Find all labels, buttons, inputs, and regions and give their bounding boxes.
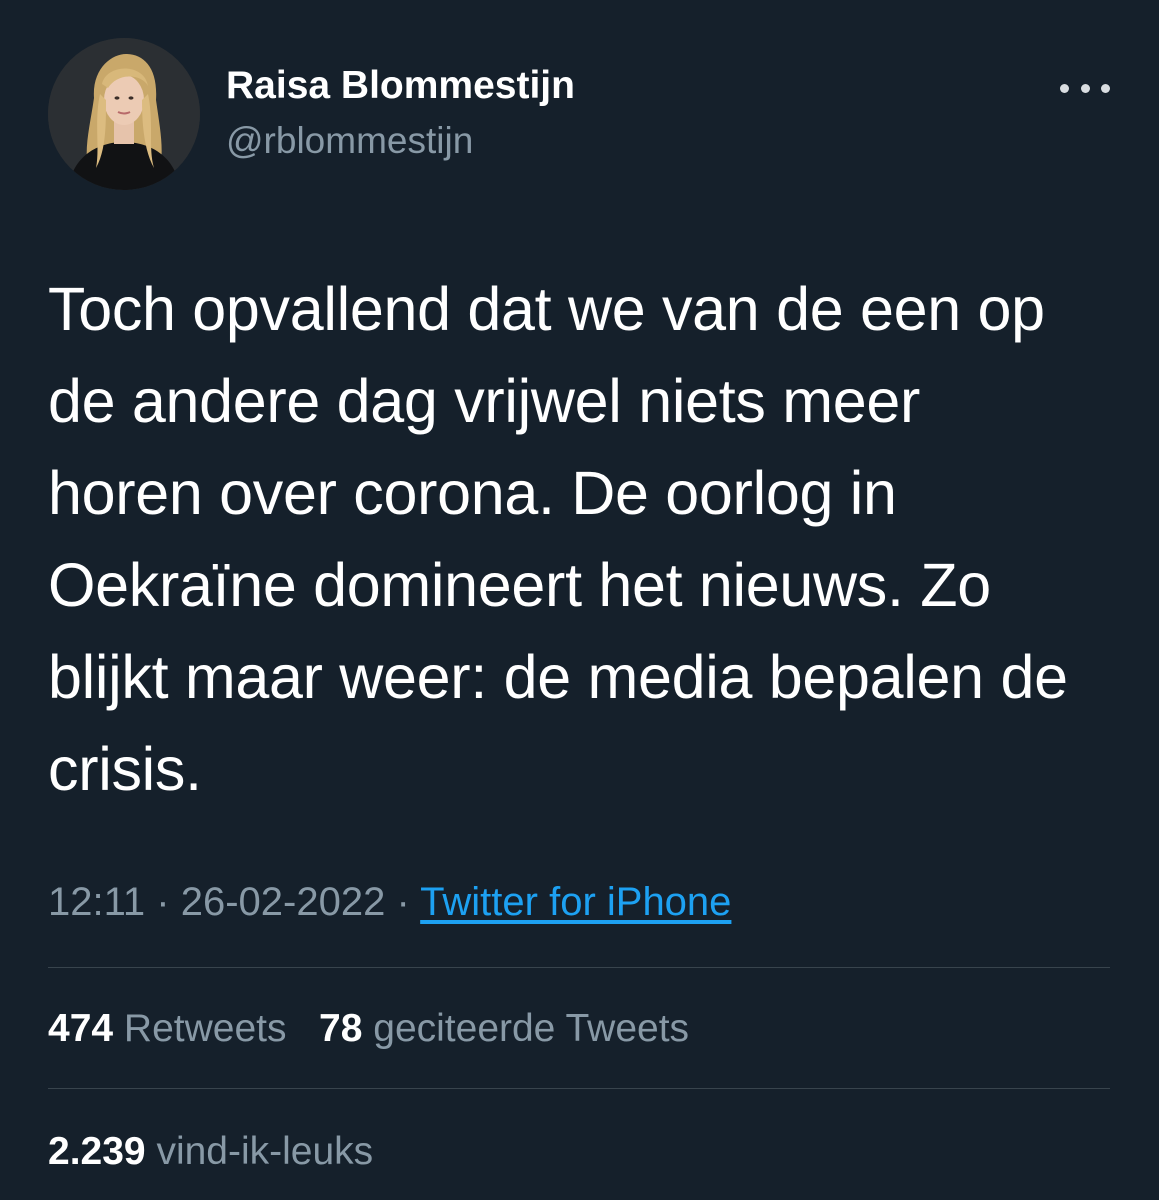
meta-separator: · [156,880,170,924]
quotes-label: geciteerde Tweets [373,1007,690,1050]
author-handle[interactable]: @rblommestijn [226,120,473,162]
author-display-name[interactable]: Raisa Blommestijn [226,64,575,108]
tweet-line: crisis. [48,735,202,803]
retweet-quote-stats: 474 Retweets 78 geciteerde Tweets [48,1007,689,1051]
tweet-source-link[interactable]: Twitter for iPhone [420,880,731,924]
tweet-line: de andere dag vrijwel niets meer [48,367,920,435]
dot [1101,83,1110,93]
tweet-line: blijkt maar weer: de media bepalen de [48,643,1068,711]
divider [48,1088,1110,1089]
likes-stat[interactable]: 2.239 vind-ik-leuks [48,1130,373,1173]
dot [1060,83,1069,93]
tweet-line: Toch opvallend dat we van de een op [48,275,1045,343]
tweet-date[interactable]: 26-02-2022 [181,880,386,924]
retweets-count: 474 [48,1007,114,1050]
tweet-line: Oekraïne domineert het nieuws. Zo [48,551,991,619]
more-options-icon[interactable] [1060,76,1110,100]
avatar[interactable] [48,38,200,190]
likes-label: vind-ik-leuks [156,1130,374,1173]
retweets-stat[interactable]: 474 Retweets [48,1007,287,1050]
dot [1080,83,1090,93]
tweet-time[interactable]: 12:11 [48,880,145,924]
tweet-meta: 12:11 · 26-02-2022 · Twitter for iPhone [48,880,731,925]
likes-count: 2.239 [48,1130,146,1173]
tweet-text: Toch opvallend dat we van de een op de a… [48,263,1133,815]
likes-stats: 2.239 vind-ik-leuks [48,1130,373,1174]
retweets-label: Retweets [123,1007,287,1050]
quotes-stat[interactable]: 78 geciteerde Tweets [319,1007,689,1050]
divider [48,967,1110,968]
profile-photo-icon [48,38,200,190]
tweet-line: horen over corona. De oorlog in [48,459,897,527]
quotes-count: 78 [319,1007,363,1050]
meta-separator: · [396,880,410,924]
